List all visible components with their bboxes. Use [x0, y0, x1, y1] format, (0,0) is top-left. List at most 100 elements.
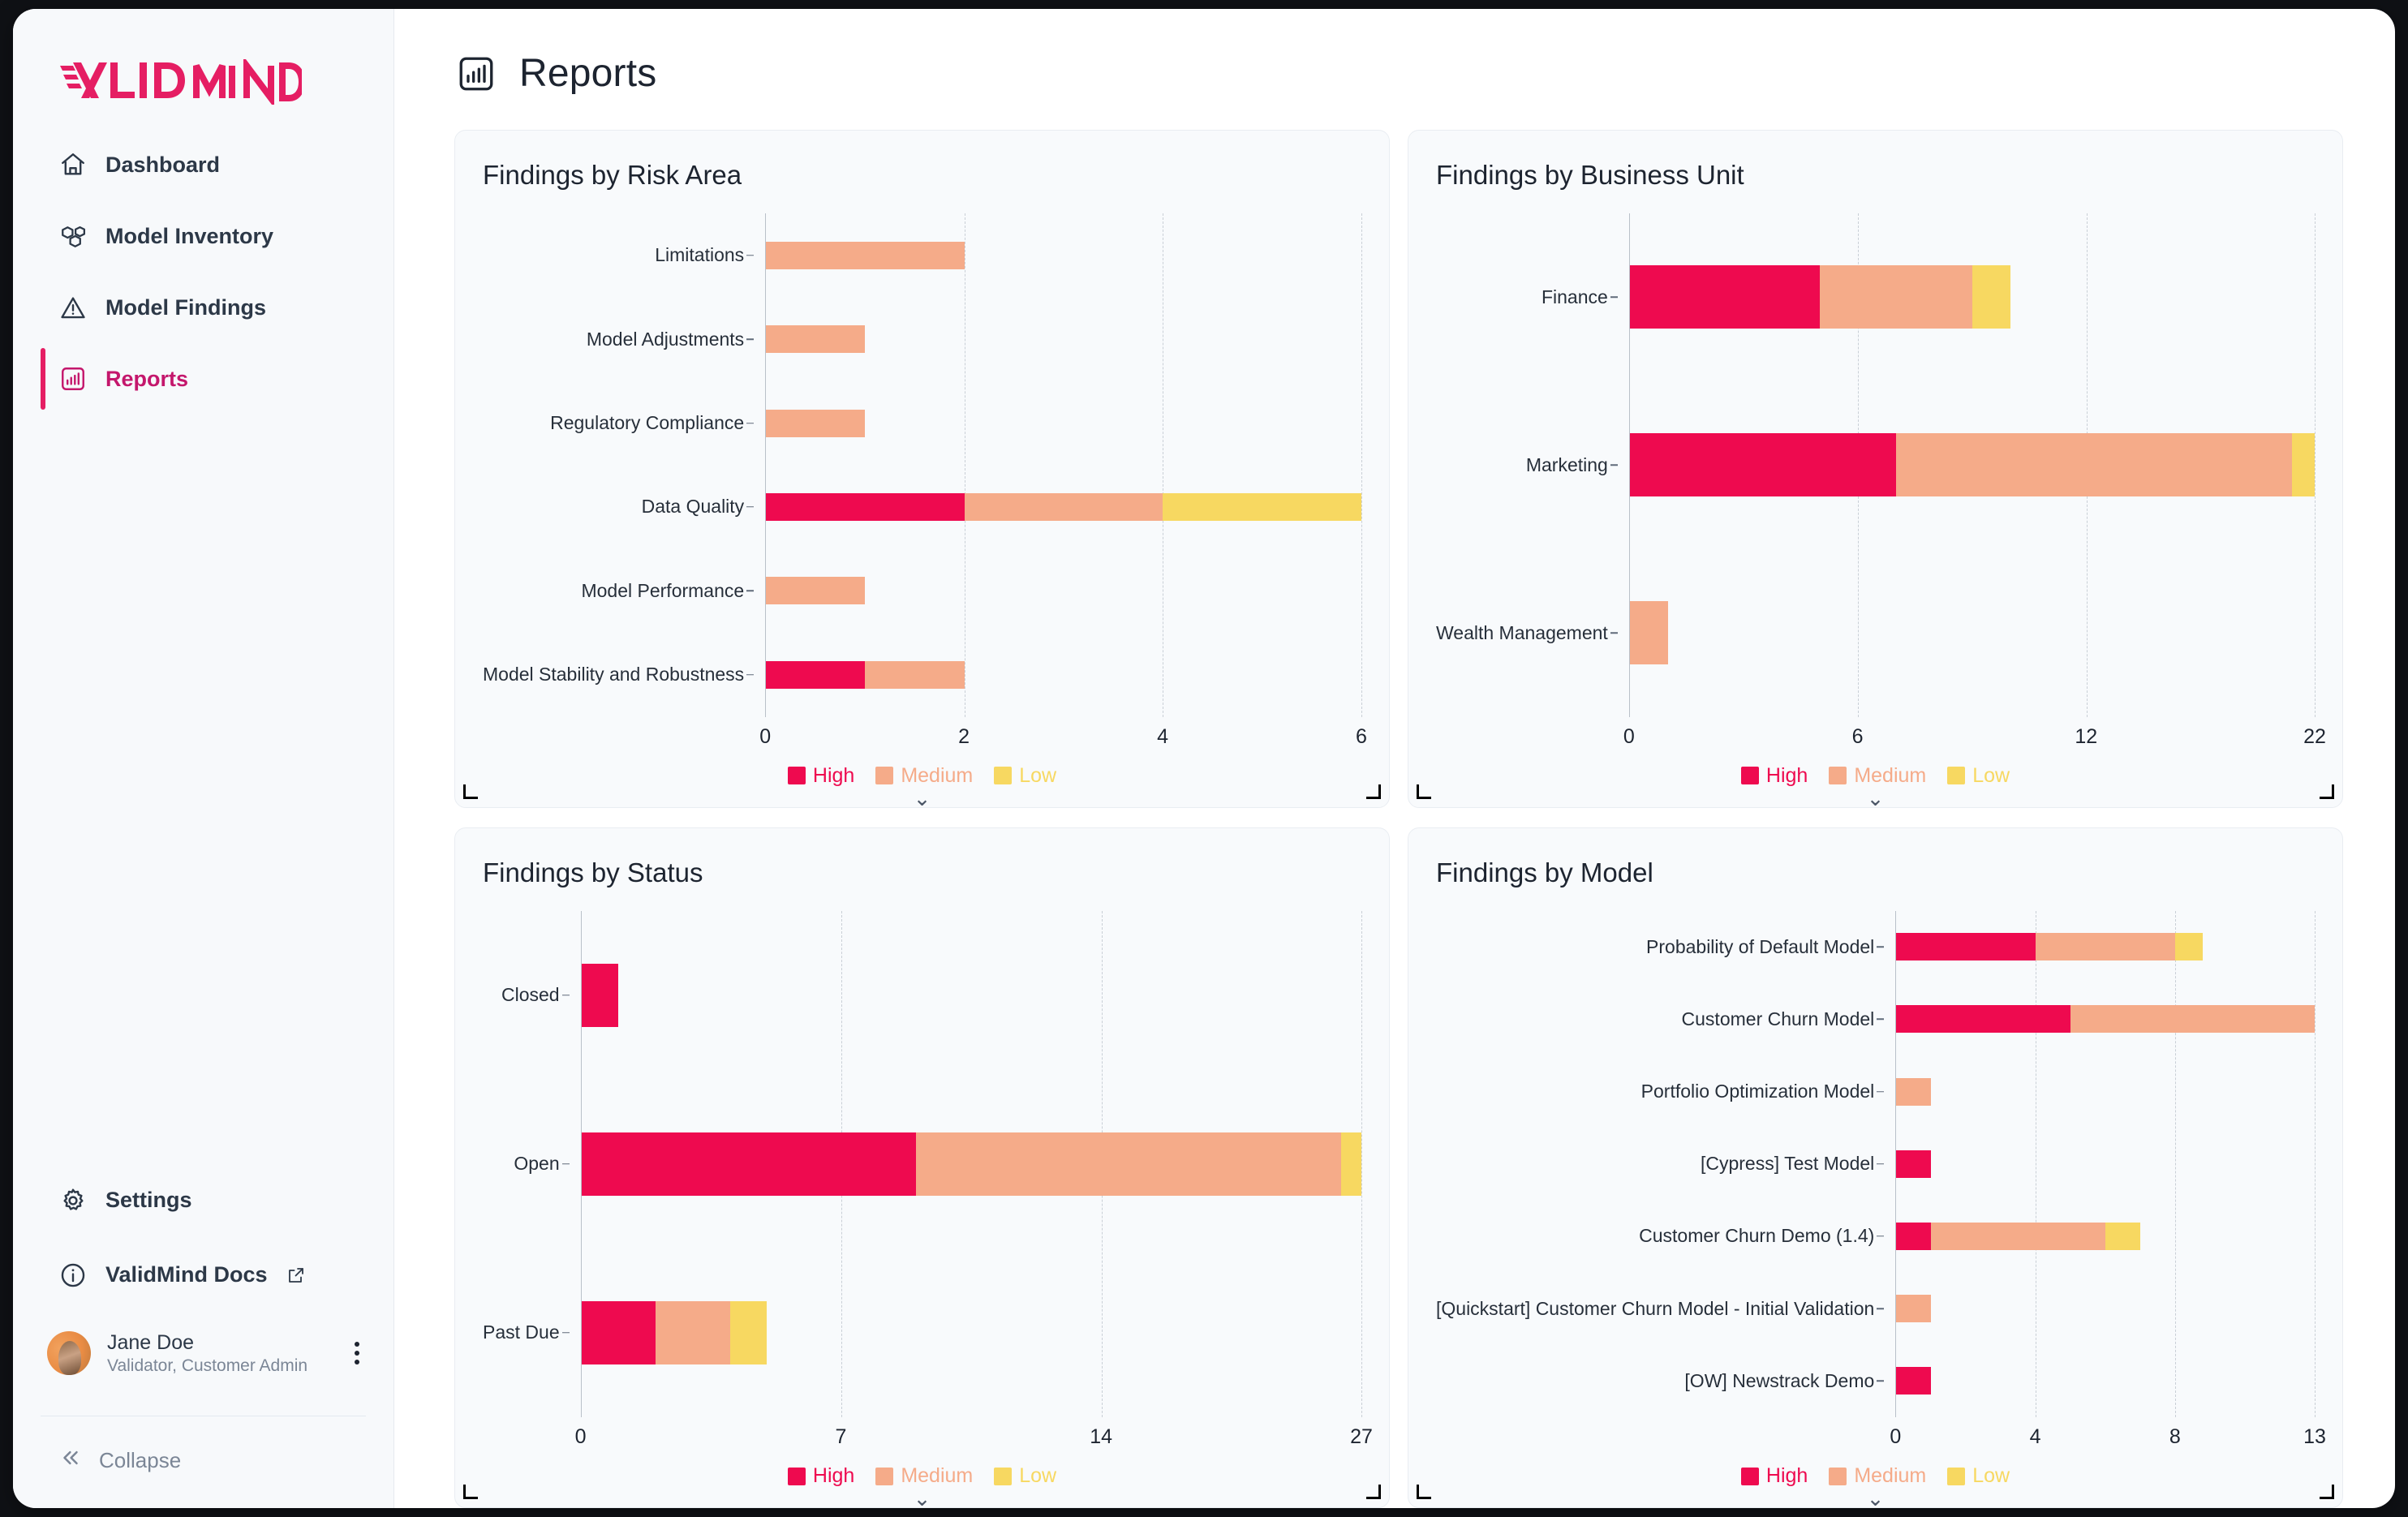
bar-segment[interactable]: [1896, 1295, 1932, 1323]
stacked-bar[interactable]: [766, 325, 1361, 354]
stacked-bar[interactable]: [766, 409, 1361, 437]
stacked-bar[interactable]: [1896, 1295, 2315, 1323]
bar-segment[interactable]: [2105, 1222, 2141, 1250]
stacked-bar[interactable]: [766, 660, 1361, 689]
bar-segment[interactable]: [1931, 1222, 2106, 1250]
stacked-bar[interactable]: [1629, 601, 2315, 665]
bar-row[interactable]: [1896, 1077, 2315, 1106]
chevron-down-icon[interactable]: ⌄: [1867, 1488, 1885, 1508]
bar-segment[interactable]: [2070, 1005, 2315, 1034]
sidebar-item-reports[interactable]: Reports: [13, 348, 393, 410]
legend-item-low[interactable]: Low: [1947, 1464, 2010, 1488]
chevron-down-icon[interactable]: ⌄: [914, 788, 931, 809]
bar-segment[interactable]: [2036, 933, 2176, 961]
bar-row[interactable]: [1896, 1295, 2315, 1323]
chevron-down-icon[interactable]: ⌄: [914, 1488, 931, 1508]
legend-item-high[interactable]: High: [1740, 764, 1808, 788]
bar-segment[interactable]: [581, 1132, 916, 1196]
stacked-bar[interactable]: [766, 577, 1361, 605]
bar-segment[interactable]: [1896, 933, 2036, 961]
bar-row[interactable]: [766, 492, 1361, 521]
legend-item-medium[interactable]: Medium: [875, 764, 973, 788]
stacked-bar[interactable]: [1896, 933, 2315, 961]
user-menu-kebab-icon[interactable]: [345, 1342, 369, 1365]
resize-handle-bottom-left[interactable]: [1417, 1485, 1431, 1499]
legend-item-medium[interactable]: Medium: [875, 1464, 973, 1488]
collapse-sidebar-button[interactable]: Collapse: [13, 1416, 393, 1508]
bar-segment[interactable]: [964, 492, 1163, 521]
stacked-bar[interactable]: [581, 963, 1361, 1027]
sidebar-item-model-findings[interactable]: Model Findings: [13, 281, 393, 333]
bar-row[interactable]: [581, 963, 1361, 1027]
resize-handle-bottom-right[interactable]: [2320, 784, 2334, 799]
bar-segment[interactable]: [1629, 265, 1821, 329]
resize-handle-bottom-right[interactable]: [1366, 784, 1381, 799]
stacked-bar[interactable]: [1629, 433, 2315, 497]
bar-row[interactable]: [1896, 1367, 2315, 1395]
stacked-bar[interactable]: [1896, 1077, 2315, 1106]
stacked-bar[interactable]: [1629, 265, 2315, 329]
bar-row[interactable]: [1896, 933, 2315, 961]
stacked-bar[interactable]: [581, 1132, 1361, 1196]
bar-segment[interactable]: [656, 1300, 730, 1364]
legend-item-low[interactable]: Low: [994, 1464, 1056, 1488]
bar-segment[interactable]: [1896, 1005, 2071, 1034]
bar-row[interactable]: [766, 660, 1361, 689]
bar-segment[interactable]: [1896, 1077, 1932, 1106]
sidebar-item-model-inventory[interactable]: Model Inventory: [13, 210, 393, 262]
bar-row[interactable]: [581, 1132, 1361, 1196]
stacked-bar[interactable]: [1896, 1367, 2315, 1395]
bar-row[interactable]: [1896, 1150, 2315, 1178]
bar-segment[interactable]: [766, 409, 866, 437]
bar-segment[interactable]: [766, 325, 866, 354]
bar-segment[interactable]: [1972, 265, 2010, 329]
bar-segment[interactable]: [766, 577, 866, 605]
legend-item-high[interactable]: High: [787, 1464, 854, 1488]
stacked-bar[interactable]: [1896, 1005, 2315, 1034]
bar-segment[interactable]: [1896, 1367, 1932, 1395]
bar-segment[interactable]: [729, 1300, 768, 1364]
bar-row[interactable]: [1896, 1005, 2315, 1034]
bar-segment[interactable]: [1341, 1132, 1361, 1196]
bar-row[interactable]: [766, 325, 1361, 354]
legend-item-low[interactable]: Low: [1947, 764, 2010, 788]
resize-handle-bottom-right[interactable]: [2320, 1485, 2334, 1499]
stacked-bar[interactable]: [1896, 1150, 2315, 1178]
resize-handle-bottom-left[interactable]: [463, 784, 478, 799]
resize-handle-bottom-left[interactable]: [1417, 784, 1431, 799]
bar-row[interactable]: [1629, 265, 2315, 329]
resize-handle-bottom-left[interactable]: [463, 1485, 478, 1499]
legend-item-low[interactable]: Low: [994, 764, 1056, 788]
legend-item-high[interactable]: High: [787, 764, 854, 788]
stacked-bar[interactable]: [581, 1300, 1361, 1364]
bar-segment[interactable]: [1163, 492, 1361, 521]
legend-item-medium[interactable]: Medium: [1829, 764, 1926, 788]
resize-handle-bottom-right[interactable]: [1366, 1485, 1381, 1499]
user-profile[interactable]: Jane Doe Validator, Customer Admin: [13, 1324, 393, 1384]
bar-segment[interactable]: [1629, 433, 1897, 497]
sidebar-item-validmind-docs[interactable]: ValidMind Docs: [13, 1249, 393, 1301]
bar-segment[interactable]: [766, 660, 866, 689]
bar-segment[interactable]: [2175, 933, 2204, 961]
bar-row[interactable]: [1896, 1222, 2315, 1250]
bar-segment[interactable]: [1629, 601, 1668, 665]
bar-row[interactable]: [766, 241, 1361, 269]
bar-segment[interactable]: [1896, 433, 2292, 497]
bar-segment[interactable]: [865, 660, 965, 689]
bar-segment[interactable]: [581, 963, 619, 1027]
legend-item-high[interactable]: High: [1740, 1464, 1808, 1488]
stacked-bar[interactable]: [766, 492, 1361, 521]
legend-item-medium[interactable]: Medium: [1829, 1464, 1926, 1488]
bar-row[interactable]: [766, 577, 1361, 605]
bar-segment[interactable]: [1896, 1222, 1932, 1250]
bar-segment[interactable]: [581, 1300, 656, 1364]
bar-segment[interactable]: [1820, 265, 1972, 329]
bar-row[interactable]: [766, 409, 1361, 437]
bar-row[interactable]: [1629, 433, 2315, 497]
bar-segment[interactable]: [766, 492, 965, 521]
sidebar-item-settings[interactable]: Settings: [13, 1175, 393, 1227]
validmind-logo[interactable]: [58, 59, 393, 105]
stacked-bar[interactable]: [1896, 1222, 2315, 1250]
bar-segment[interactable]: [766, 241, 965, 269]
bar-segment[interactable]: [915, 1132, 1342, 1196]
